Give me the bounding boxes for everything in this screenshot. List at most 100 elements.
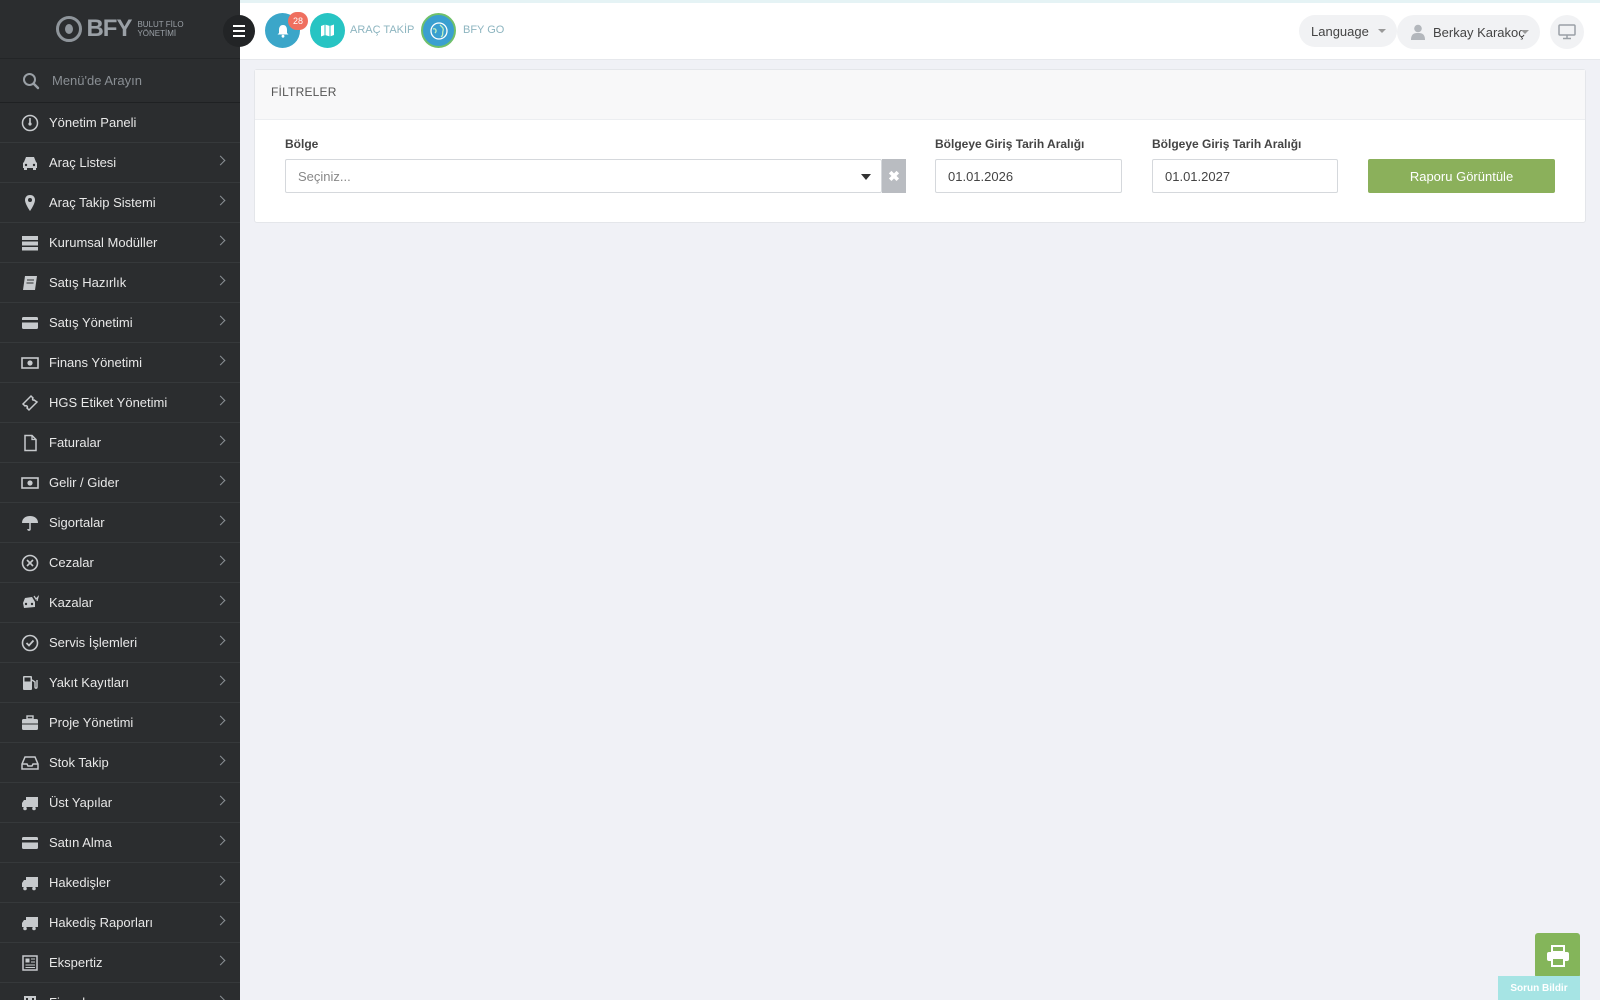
sidebar-item-gelir-gider[interactable]: Gelir / Gider	[0, 463, 240, 503]
briefcase-icon	[20, 713, 40, 733]
sidebar-item-finans-yönetimi[interactable]: Finans Yönetimi	[0, 343, 240, 383]
date-start-input[interactable]	[935, 159, 1122, 193]
view-report-button[interactable]: Raporu Görüntüle	[1368, 159, 1555, 193]
sidebar-item-hakediş-raporları[interactable]: Hakediş Raporları	[0, 903, 240, 943]
truck-icon	[20, 873, 40, 893]
sidebar-item-hgs-etiket-yönetimi[interactable]: HGS Etiket Yönetimi	[0, 383, 240, 423]
truck-icon	[20, 793, 40, 813]
print-button[interactable]	[1535, 933, 1580, 978]
sidebar-item-kurumsal-modüller[interactable]: Kurumsal Modüller	[0, 223, 240, 263]
umbrella-icon	[20, 513, 40, 533]
sidebar-item-label: Kurumsal Modüller	[49, 235, 158, 250]
credit-card-icon	[20, 833, 40, 853]
sidebar-item-label: Sigortalar	[49, 515, 105, 530]
search-icon	[23, 72, 40, 89]
sidebar-item-label: Cezalar	[49, 555, 94, 570]
arac-takip-link[interactable]: ARAÇ TAKİP	[350, 24, 414, 36]
sidebar-item-cezalar[interactable]: Cezalar	[0, 543, 240, 583]
sidebar-item-araç-listesi[interactable]: Araç Listesi	[0, 143, 240, 183]
globe-icon	[429, 21, 448, 40]
region-clear-button[interactable]: ✖	[882, 159, 906, 193]
newspaper-icon	[20, 953, 40, 973]
close-icon: ✖	[888, 167, 900, 184]
sidebar-item-üst-yapılar[interactable]: Üst Yapılar	[0, 783, 240, 823]
sidebar-item-yönetim-paneli[interactable]: Yönetim Paneli	[0, 103, 240, 143]
sidebar-item-label: HGS Etiket Yönetimi	[49, 395, 168, 410]
sidebar-item-label: Satış Yönetimi	[49, 315, 133, 330]
sidebar-item-satın-alma[interactable]: Satın Alma	[0, 823, 240, 863]
date-end-input[interactable]	[1152, 159, 1338, 193]
sidebar-item-satış-hazırlık[interactable]: Satış Hazırlık	[0, 263, 240, 303]
sidebar-item-kazalar[interactable]: Kazalar	[0, 583, 240, 623]
language-selector[interactable]: Language	[1299, 15, 1397, 47]
sidebar-toggle-button[interactable]	[223, 15, 255, 47]
bfy-go-link[interactable]: BFY GO	[463, 24, 504, 36]
sidebar-item-proje-yönetimi[interactable]: Proje Yönetimi	[0, 703, 240, 743]
chevron-right-icon	[215, 195, 226, 206]
sidebar-item-faturalar[interactable]: Faturalar	[0, 423, 240, 463]
user-menu[interactable]: Berkay Karakoç	[1397, 15, 1540, 49]
user-name: Berkay Karakoç	[1433, 24, 1525, 40]
sidebar-item-stok-takip[interactable]: Stok Takip	[0, 743, 240, 783]
report-issue-button[interactable]: Sorun Bildir	[1498, 976, 1580, 1000]
book-icon	[20, 273, 40, 293]
money-icon	[20, 353, 40, 373]
sidebar-item-servis-i-şlemleri[interactable]: Servis İşlemleri	[0, 623, 240, 663]
hamburger-icon	[233, 25, 245, 27]
car-crash-icon	[20, 593, 40, 613]
user-icon	[1411, 24, 1425, 40]
chevron-right-icon	[215, 315, 226, 326]
chevron-right-icon	[215, 835, 226, 846]
notification-count-badge: 28	[288, 12, 308, 30]
logo-bar: BFY BULUT FİLO YÖNETİMİ	[0, 0, 240, 59]
ticket-icon	[20, 393, 40, 413]
app-logo[interactable]: BFY BULUT FİLO YÖNETİMİ	[56, 15, 184, 43]
vehicle-tracking-button[interactable]	[310, 13, 345, 48]
chevron-right-icon	[215, 995, 226, 1000]
chevron-right-icon	[215, 555, 226, 566]
sidebar-item-label: Finans Yönetimi	[49, 355, 142, 370]
sidebar-item-label: Proje Yönetimi	[49, 715, 134, 730]
sidebar-item-araç-takip-sistemi[interactable]: Araç Takip Sistemi	[0, 183, 240, 223]
bfy-logo-icon	[56, 16, 83, 42]
chevron-right-icon	[215, 515, 226, 526]
sidebar-item-label: Üst Yapılar	[49, 795, 113, 810]
logo-subtitle: BULUT FİLO YÖNETİMİ	[137, 20, 183, 38]
bfy-go-button[interactable]	[421, 13, 456, 48]
sidebar-item-label: Stok Takip	[49, 755, 109, 770]
chevron-right-icon	[215, 675, 226, 686]
menu-search-input[interactable]	[52, 73, 222, 88]
truck-icon	[20, 913, 40, 933]
logo-subtitle-line-1: BULUT FİLO	[137, 20, 184, 29]
sidebar-item-hakedişler[interactable]: Hakedişler	[0, 863, 240, 903]
chevron-right-icon	[215, 435, 226, 446]
filters-panel: FİLTRELER Bölge Seçiniz... ✖ Bölgeye Gir…	[254, 69, 1586, 223]
chevron-right-icon	[215, 595, 226, 606]
caret-down-icon	[1377, 29, 1386, 33]
sidebar-item-ekspertiz[interactable]: Ekspertiz	[0, 943, 240, 983]
print-icon	[1546, 944, 1569, 967]
language-label: Language	[1311, 23, 1369, 39]
logo-text: BFY	[86, 15, 132, 42]
sidebar-item-label: Gelir / Gider	[49, 475, 120, 490]
sidebar-item-label: Araç Takip Sistemi	[49, 195, 156, 210]
chevron-right-icon	[215, 275, 226, 286]
sidebar-item-sigortalar[interactable]: Sigortalar	[0, 503, 240, 543]
sidebar-item-yakıt-kayıtları[interactable]: Yakıt Kayıtları	[0, 663, 240, 703]
sidebar-item-label: Ekspertiz	[49, 955, 103, 970]
menu-search	[0, 59, 240, 103]
credit-card-icon	[20, 313, 40, 333]
sidebar-item-firmalar[interactable]: Firmalar	[0, 983, 240, 1000]
sidebar-item-satış-yönetimi[interactable]: Satış Yönetimi	[0, 303, 240, 343]
chevron-right-icon	[215, 395, 226, 406]
region-select[interactable]: Seçiniz...	[285, 159, 882, 193]
fuel-pump-icon	[20, 673, 40, 693]
sidebar-item-label: Yakıt Kayıtları	[49, 675, 129, 690]
fullscreen-button[interactable]	[1550, 15, 1584, 49]
sidebar-nav: Yönetim Paneli Araç Listesi Araç Takip Sis…	[0, 103, 240, 1000]
chevron-right-icon	[215, 475, 226, 486]
sidebar-item-label: Firmalar	[49, 995, 97, 1000]
bell-icon	[277, 24, 288, 38]
chevron-right-icon	[215, 755, 226, 766]
filters-panel-title: FİLTRELER	[255, 70, 1585, 120]
